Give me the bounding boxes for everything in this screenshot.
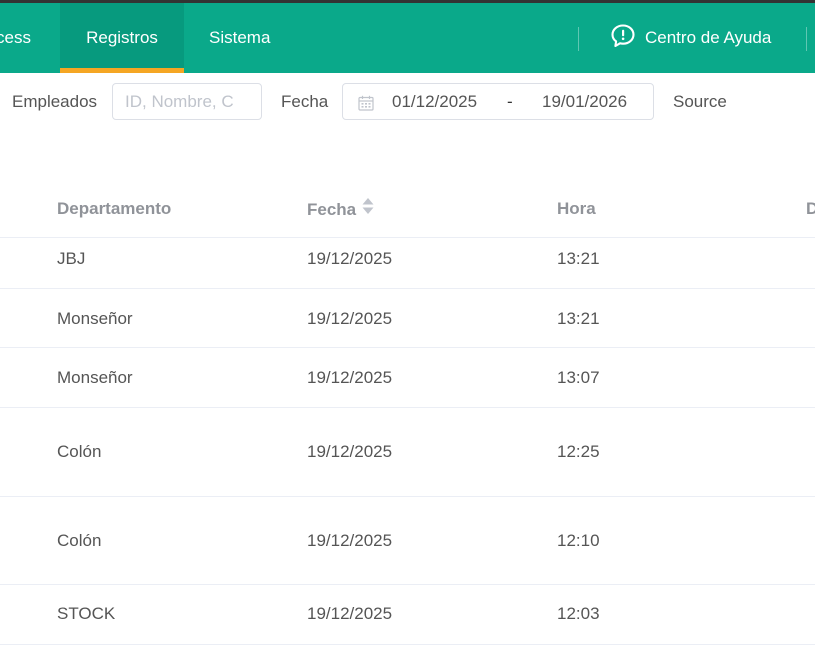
- column-header-fecha-label: Fecha: [307, 199, 357, 219]
- cell-departamento: JBJ: [57, 249, 86, 268]
- employees-filter-label: Empleados: [12, 92, 98, 111]
- cell-hora: 13:21: [557, 249, 600, 268]
- date-range-picker[interactable]: 01/12/2025 - 19/01/2026: [342, 83, 654, 120]
- column-header-fecha[interactable]: Fecha: [307, 197, 374, 222]
- cell-departamento: STOCK: [57, 604, 116, 623]
- cell-fecha: 19/12/2025: [307, 368, 393, 387]
- cell-fecha: 19/12/2025: [307, 531, 393, 550]
- cell-departamento: Monseñor: [57, 368, 133, 387]
- help-center-link[interactable]: Centro de Ayuda: [610, 3, 771, 73]
- employees-search-field[interactable]: [112, 83, 262, 120]
- date-filter-label: Fecha: [281, 92, 329, 111]
- column-header-hora: Hora: [557, 199, 596, 218]
- employees-search-input[interactable]: [113, 84, 261, 119]
- table-row[interactable]: Colón 19/12/2025 12:10: [0, 497, 815, 585]
- sort-caret-icon[interactable]: [362, 197, 374, 220]
- filter-bar: Empleados Fecha 01/12/2025 - 19/01/2026 …: [0, 83, 815, 120]
- column-header-d: D: [806, 199, 815, 218]
- date-range-separator: -: [507, 92, 513, 111]
- cell-fecha: 19/12/2025: [307, 309, 393, 328]
- nav-tab-registros[interactable]: Registros: [60, 3, 184, 73]
- table-row[interactable]: Monseñor 19/12/2025 13:07: [0, 348, 815, 408]
- table-row[interactable]: Monseñor 19/12/2025 13:21: [0, 289, 815, 348]
- cell-fecha: 19/12/2025: [307, 442, 393, 461]
- cell-departamento: Colón: [57, 442, 102, 461]
- cell-hora: 12:03: [557, 604, 600, 623]
- nav-tab-registros-label: Registros: [86, 28, 158, 47]
- help-center-label: Centro de Ayuda: [645, 28, 772, 47]
- calendar-icon: [358, 95, 374, 116]
- nav-tab-access[interactable]: cess: [0, 3, 31, 73]
- cell-fecha: 19/12/2025: [307, 249, 393, 268]
- nav-divider: [806, 27, 807, 51]
- table-row[interactable]: JBJ 19/12/2025 13:21: [0, 238, 815, 289]
- date-range-end[interactable]: 19/01/2026: [542, 92, 627, 112]
- table-row[interactable]: Colón 19/12/2025 12:25: [0, 408, 815, 497]
- nav-tab-sistema[interactable]: Sistema: [209, 3, 270, 73]
- cell-hora: 13:07: [557, 368, 600, 387]
- active-tab-indicator: [60, 68, 184, 73]
- cell-departamento: Colón: [57, 531, 102, 550]
- column-header-departamento: Departamento: [57, 199, 172, 218]
- chat-bubble-help-icon: [610, 23, 645, 54]
- table-header: Departamento Fecha Hora D: [0, 180, 815, 238]
- cell-hora: 12:10: [557, 531, 600, 550]
- date-range-start[interactable]: 01/12/2025: [392, 92, 477, 112]
- cell-hora: 12:25: [557, 442, 600, 461]
- cell-hora: 13:21: [557, 309, 600, 328]
- cell-fecha: 19/12/2025: [307, 604, 393, 623]
- cell-departamento: Monseñor: [57, 309, 133, 328]
- table-row[interactable]: STOCK 19/12/2025 12:03: [0, 585, 815, 645]
- nav-divider: [578, 27, 579, 51]
- top-navigation-bar: cess Registros Sistema Centro de Ayuda: [0, 3, 815, 73]
- source-filter-label: Source: [673, 92, 727, 111]
